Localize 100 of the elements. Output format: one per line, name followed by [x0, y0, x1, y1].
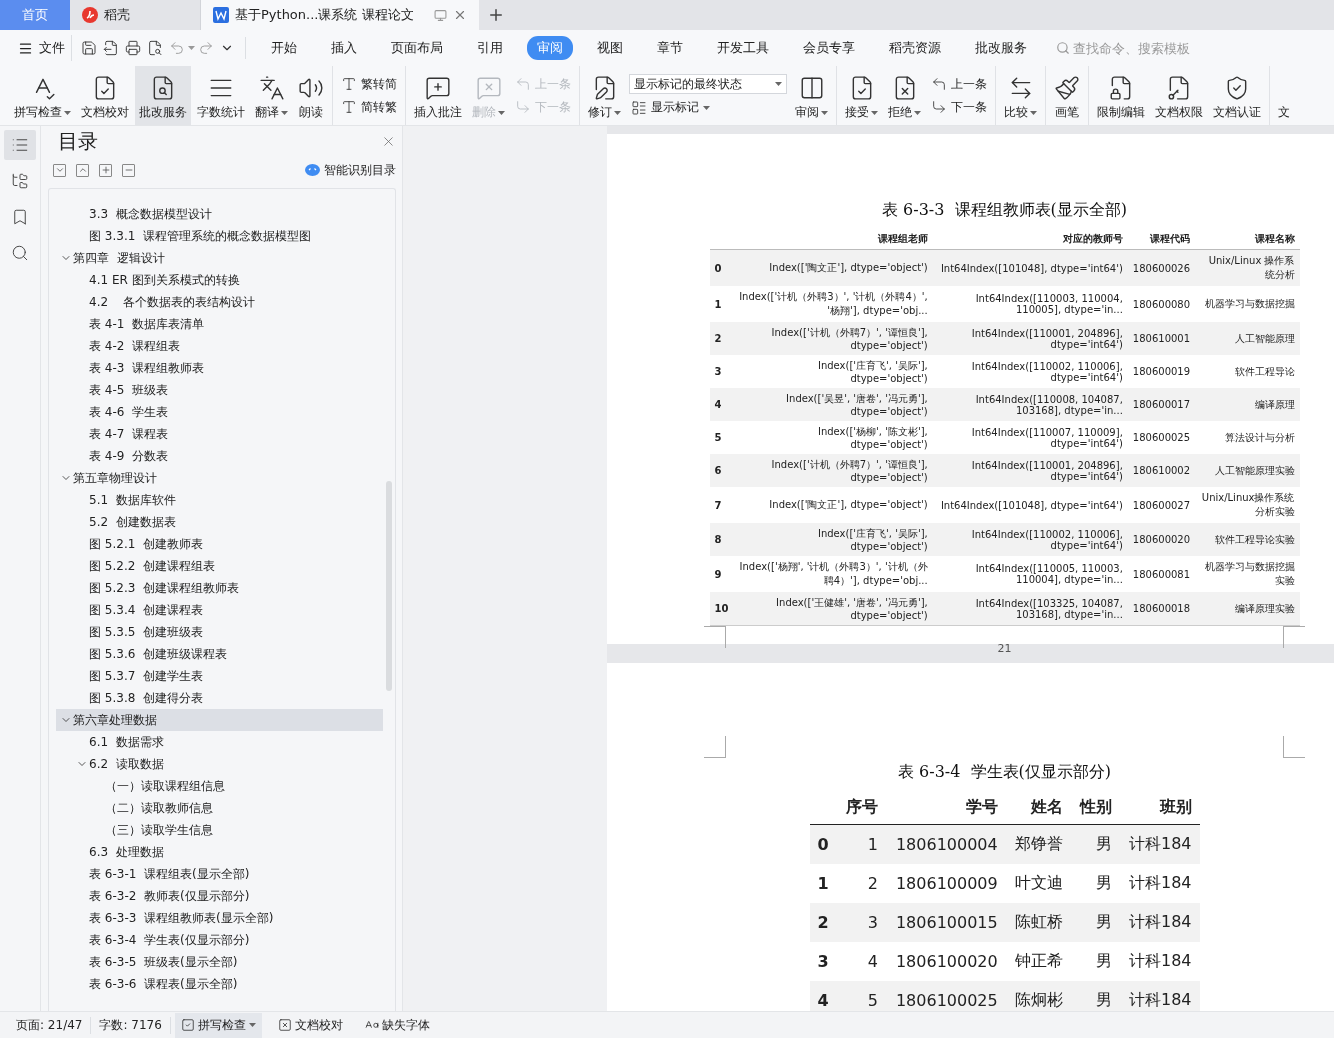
ribbon-button[interactable]: 繁转简	[339, 74, 399, 94]
table-cell: Index(['庄育飞', '吴际'], dtype='object')	[733, 355, 933, 388]
ribbon-tab[interactable]: 会员专享	[793, 36, 865, 60]
ribbon-tab[interactable]: 批改服务	[965, 36, 1037, 60]
outline-item[interactable]: 第四章 逻辑设计	[56, 247, 383, 269]
outline-item[interactable]: 图 5.3.6 创建班级课程表	[56, 643, 383, 665]
status-button[interactable]: 拼写检查	[174, 1012, 262, 1038]
collapse-icon[interactable]	[76, 163, 89, 177]
ribbon-button[interactable]: 接受	[841, 66, 882, 125]
table-cell: 男	[1070, 942, 1120, 981]
outline-item[interactable]: 表 4-5 班级表	[56, 379, 383, 401]
ribbon-button[interactable]: 文档认证	[1209, 66, 1265, 125]
status-button[interactable]: 文档校对	[271, 1012, 349, 1038]
ribbon-button[interactable]: 朗读	[294, 66, 328, 125]
table-cell: 1	[837, 824, 886, 864]
outline-item[interactable]: 4.2 各个数据表的表结构设计	[56, 291, 383, 313]
ribbon-tab[interactable]: 开始	[261, 36, 307, 60]
ribbon-tab[interactable]: 引用	[467, 36, 513, 60]
outline-item[interactable]: 3.3 概念数据模型设计	[56, 203, 383, 225]
outline-item[interactable]: 图 5.3.7 创建学生表	[56, 665, 383, 687]
outline-item[interactable]: 表 6-3-3 课程组教师表(显示全部)	[56, 907, 383, 929]
ribbon-button[interactable]: 字数统计	[193, 66, 249, 125]
ribbon-button[interactable]: 下一条	[929, 97, 989, 117]
ribbon-tab[interactable]: 开发工具	[707, 36, 779, 60]
ribbon-button[interactable]: 修订	[584, 66, 625, 125]
scrollbar-thumb[interactable]	[386, 481, 392, 691]
minus-icon[interactable]	[122, 163, 135, 177]
outline-item[interactable]: 表 4-2 课程组表	[56, 335, 383, 357]
ribbon-button[interactable]: 文	[1274, 66, 1294, 125]
outline-item[interactable]: 表 6-3-2 教师表(仅显示部分)	[56, 885, 383, 907]
ribbon-tab[interactable]: 稻壳资源	[879, 36, 951, 60]
smart-toc-button[interactable]: 智能识别目录	[305, 161, 396, 179]
outline-item[interactable]: 图 5.3.4 创建课程表	[56, 599, 383, 621]
table-cell: 人工智能原理	[1195, 322, 1300, 355]
ribbon-button[interactable]: 审阅	[791, 66, 832, 125]
outline-item[interactable]: （二）读取教师信息	[56, 797, 383, 819]
page-number: 21	[997, 641, 1012, 655]
outline-item[interactable]: 表 4-3 课程组教师表	[56, 357, 383, 379]
outline-item[interactable]: 表 4-9 分数表	[56, 445, 383, 467]
outline-item[interactable]: 表 6-3-6 课程表(显示全部)	[56, 973, 383, 995]
ribbon-button[interactable]: 拼写检查	[10, 66, 75, 125]
outline-item[interactable]: 图 5.3.5 创建班级表	[56, 621, 383, 643]
ribbon-button[interactable]: 批改服务	[135, 66, 191, 125]
outline-item[interactable]: 第六章处理数据	[56, 709, 383, 731]
ribbon-button[interactable]: 比较	[1000, 66, 1041, 125]
outline-item[interactable]: 表 6-3-4 学生表(仅显示部分)	[56, 929, 383, 951]
outline-item[interactable]: 6.2 读取数据	[56, 753, 383, 775]
table-cell: Int64Index([110001, 204896], dtype='int64')	[932, 322, 1128, 355]
outline-item[interactable]: 5.2 创建数据表	[56, 511, 383, 533]
outline-item[interactable]: 6.3 处理数据	[56, 841, 383, 863]
table-cell: 1806100015	[885, 903, 1006, 942]
table-cell: Int64Index([110003, 110004, 110005], dtype='in...	[932, 286, 1128, 322]
outline-item[interactable]: （三）读取学生信息	[56, 819, 383, 841]
column-header: 课程组老师	[733, 229, 933, 250]
outline-item[interactable]: 6.1 数据需求	[56, 731, 383, 753]
outline-item[interactable]: 图 3.3.1 课程管理系统的概念数据模型图	[56, 225, 383, 247]
outline-item[interactable]: 表 4-7 课程表	[56, 423, 383, 445]
ribbon-button[interactable]: 翻译	[251, 66, 292, 125]
outline-item[interactable]: 第五章物理设计	[56, 467, 383, 489]
docer-logo-icon	[82, 7, 98, 23]
text-icon	[341, 76, 357, 92]
outline-item[interactable]: 表 4-6 学生表	[56, 401, 383, 423]
translate-icon	[258, 75, 285, 101]
ribbon-button[interactable]: 限制编辑	[1093, 66, 1149, 125]
ribbon-tab[interactable]: 页面布局	[381, 36, 453, 60]
command-search-field[interactable]: 查找命令、搜索模板	[1056, 40, 1203, 56]
ribbon-tab[interactable]: 视图	[587, 36, 633, 60]
ribbon-button[interactable]: 拒绝	[884, 66, 925, 125]
ribbon-tab[interactable]: 章节	[647, 36, 693, 60]
outline-item[interactable]: 表 4-1 数据库表清单	[56, 313, 383, 335]
corner-mark	[1283, 736, 1305, 758]
ribbon-button[interactable]: 显示标记	[629, 98, 787, 117]
app-tab[interactable]: 基于Python...课系统 课程论文	[201, 0, 479, 30]
outline-icon[interactable]	[4, 130, 36, 160]
table-cell: 180600018	[1127, 592, 1196, 626]
status-button[interactable]: 缺失字体	[358, 1012, 436, 1038]
ribbon-button[interactable]: 画笔	[1050, 66, 1084, 125]
file-menu-button[interactable]: 文件	[12, 35, 72, 61]
outline-item[interactable]: 表 6-3-5 班级表(显示全部)	[56, 951, 383, 973]
table-cell: 叶文迪	[1005, 864, 1071, 903]
text-icon	[341, 99, 357, 115]
ribbon-button[interactable]: 文档权限	[1151, 66, 1207, 125]
table-cell: 180610002	[1127, 454, 1196, 487]
outline-item[interactable]: 图 5.2.3 创建课程组教师表	[56, 577, 383, 599]
markup-select[interactable]: 显示标记的最终状态	[629, 74, 787, 94]
ribbon-button[interactable]: 插入批注	[410, 66, 466, 125]
expand-icon[interactable]	[53, 163, 66, 177]
outline-item[interactable]: 图 5.3.8 创建得分表	[56, 687, 383, 709]
ribbon-button[interactable]: 上一条	[929, 74, 989, 94]
ribbon-button[interactable]: 简转繁	[339, 97, 399, 117]
monitor-icon[interactable]	[433, 8, 447, 22]
outline-item[interactable]: 5.1 数据库软件	[56, 489, 383, 511]
plus-icon[interactable]	[99, 163, 112, 177]
ribbon-button[interactable]: 文档校对	[77, 66, 133, 125]
ribbon-tab[interactable]: 插入	[321, 36, 367, 60]
outline-item[interactable]: （一）读取课程组信息	[56, 775, 383, 797]
outline-item[interactable]: 4.1 ER 图到关系模式的转换	[56, 269, 383, 291]
outline-item[interactable]: 表 6-3-1 课程组表(显示全部)	[56, 863, 383, 885]
outline-item[interactable]: 图 5.2.1 创建教师表	[56, 533, 383, 555]
outline-item[interactable]: 图 5.2.2 创建课程组表	[56, 555, 383, 577]
